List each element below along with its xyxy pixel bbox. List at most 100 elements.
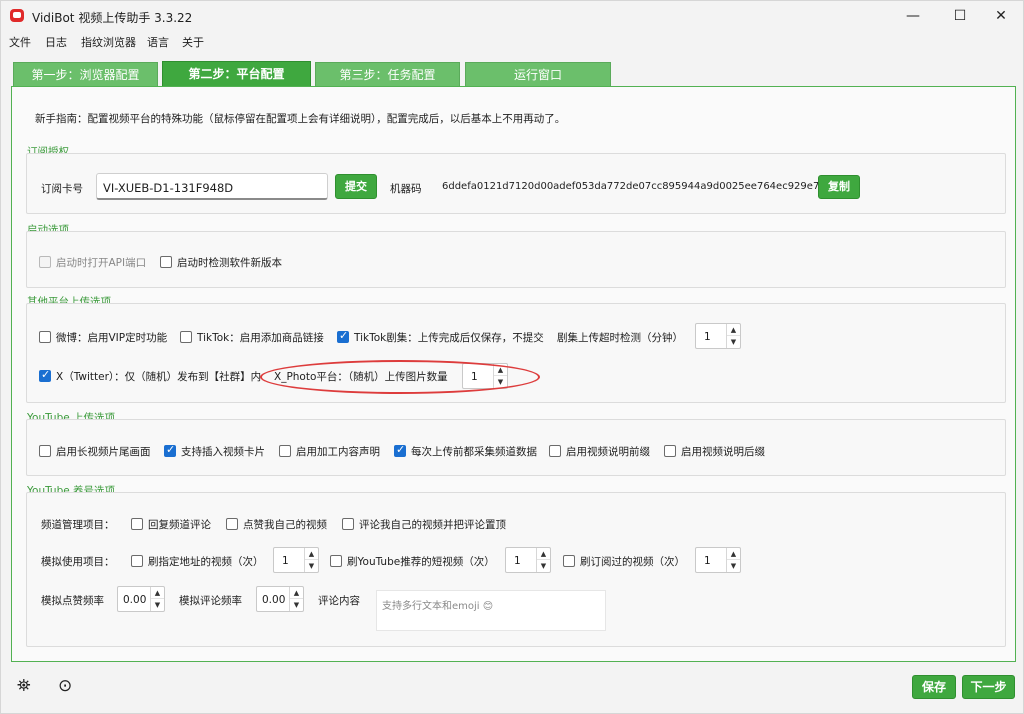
spin-up-icon[interactable]: ▲ (537, 548, 550, 560)
weibo-checkbox[interactable] (39, 331, 51, 343)
yt-desc-suffix-label: 启用视频说明后缀 (681, 446, 765, 458)
check-update-checkbox[interactable] (160, 256, 172, 268)
tiktok-link-label: TikTok：启用添加商品链接 (197, 332, 324, 344)
tab-run-window[interactable]: 运行窗口 (465, 62, 611, 86)
spin-arrows: ▲ ▼ (726, 324, 740, 348)
spin-arrows: ▲ ▼ (493, 364, 507, 388)
brush-shorts-value: 1 (514, 555, 521, 567)
comment-placeholder: 支持多行文本和emoji 😊 (382, 601, 494, 612)
yt-desc-prefix-checkbox[interactable] (549, 445, 561, 457)
spin-down-icon[interactable]: ▼ (290, 599, 303, 611)
spin-up-icon[interactable]: ▲ (727, 324, 740, 336)
spin-arrows: ▲ ▼ (536, 548, 550, 572)
brush-subscribed-checkbox[interactable] (563, 555, 575, 567)
brush-url-spinbox[interactable]: 1 ▲ ▼ (273, 547, 319, 573)
yt-altered-content-label: 启用加工内容声明 (296, 446, 380, 458)
next-step-button[interactable]: 下一步 (962, 675, 1015, 699)
brush-subscribed-label: 刷订阅过的视频（次） (580, 556, 685, 568)
menu-bar: 文件 日志 指纹浏览器 语言 关于 (1, 31, 1023, 51)
guide-text: 新手指南：配置视频平台的特殊功能（鼠标停留在配置项上会有详细说明），配置完成后，… (35, 113, 566, 125)
spin-up-icon[interactable]: ▲ (305, 548, 318, 560)
tiktok-drama-checkbox[interactable] (337, 329, 349, 343)
like-rate-spinbox[interactable]: 0.00 ▲ ▼ (117, 586, 165, 612)
spin-up-icon[interactable]: ▲ (290, 587, 303, 599)
drama-timeout-value: 1 (704, 331, 711, 343)
channel-manage-label: 频道管理项目： (41, 519, 115, 531)
close-button[interactable]: ✕ (986, 5, 1016, 27)
startup-group (26, 231, 1006, 288)
yt-end-screen-label: 启用长视频片尾画面 (56, 446, 151, 458)
menu-fingerprint-browser[interactable]: 指纹浏览器 (81, 34, 136, 50)
x-photo-value: 1 (471, 371, 478, 383)
spin-up-icon[interactable]: ▲ (151, 587, 164, 599)
bug-icon[interactable]: ⛯ (17, 676, 31, 696)
copy-button[interactable]: 复制 (818, 175, 860, 199)
yt-desc-prefix-label: 启用视频说明前缀 (566, 446, 650, 458)
brush-url-label: 刷指定地址的视频（次） (148, 556, 264, 568)
submit-button[interactable]: 提交 (335, 174, 377, 199)
like-rate-label: 模拟点赞频率 (41, 595, 104, 607)
spin-arrows: ▲ ▼ (150, 587, 164, 611)
maximize-button[interactable]: ☐ (945, 5, 975, 27)
yt-cards-checkbox[interactable] (164, 443, 176, 457)
tiktok-drama-label: TikTok剧集：上传完成后仅保存，不提交 (354, 332, 544, 344)
spin-up-icon[interactable]: ▲ (727, 548, 740, 560)
x-photo-spinbox[interactable]: 1 ▲ ▼ (462, 363, 508, 389)
api-port-label: 启动时打开API端口 (56, 257, 147, 269)
brush-url-checkbox[interactable] (131, 555, 143, 567)
reply-comments-checkbox[interactable] (131, 518, 143, 530)
yt-end-screen-checkbox[interactable] (39, 445, 51, 457)
comment-rate-value: 0.00 (262, 594, 286, 606)
x-photo-label: X_Photo平台：（随机）上传图片数量 (274, 371, 448, 383)
yt-altered-content-checkbox[interactable] (279, 445, 291, 457)
tab-browser-config[interactable]: 第一步：浏览器配置 (13, 62, 158, 86)
menu-about[interactable]: 关于 (182, 34, 204, 50)
reply-comments-label: 回复频道评论 (148, 519, 211, 531)
machine-code-value: 6ddefa0121d7120d00adef053da772de07cc8959… (442, 181, 839, 192)
tab-task-config[interactable]: 第三步：任务配置 (315, 62, 460, 86)
window-title: VidiBot 视频上传助手 3.3.22 (32, 11, 193, 25)
spin-down-icon[interactable]: ▼ (727, 336, 740, 348)
api-port-checkbox[interactable] (39, 256, 51, 268)
comment-pin-label: 评论我自己的视频并把评论置顶 (359, 519, 506, 531)
card-input[interactable]: VI-XUEB-D1-131F948D (96, 173, 328, 200)
spin-arrows: ▲ ▼ (304, 548, 318, 572)
menu-language[interactable]: 语言 (147, 34, 169, 50)
tab-platform-config[interactable]: 第二步：平台配置 (162, 61, 311, 87)
spin-down-icon[interactable]: ▼ (305, 560, 318, 572)
yt-desc-suffix-checkbox[interactable] (664, 445, 676, 457)
check-update-label: 启动时检测软件新版本 (177, 257, 282, 269)
minimize-button[interactable]: — (898, 5, 928, 27)
comment-content-label: 评论内容 (318, 595, 360, 607)
brush-subscribed-spinbox[interactable]: 1 ▲ ▼ (695, 547, 741, 573)
like-own-checkbox[interactable] (226, 518, 238, 530)
comment-content-textarea[interactable]: 支持多行文本和emoji 😊 (376, 590, 606, 631)
spin-arrows: ▲ ▼ (289, 587, 303, 611)
other-platforms-group (26, 303, 1006, 403)
tiktok-link-checkbox[interactable] (180, 331, 192, 343)
brush-shorts-spinbox[interactable]: 1 ▲ ▼ (505, 547, 551, 573)
menu-file[interactable]: 文件 (9, 34, 31, 50)
spin-down-icon[interactable]: ▼ (537, 560, 550, 572)
card-label: 订阅卡号 (41, 183, 83, 195)
title-bar: VidiBot 视频上传助手 3.3.22 — ☐ ✕ (1, 1, 1023, 31)
spin-down-icon[interactable]: ▼ (727, 560, 740, 572)
brush-shorts-label: 刷YouTube推荐的短视频（次） (347, 556, 495, 568)
save-button[interactable]: 保存 (912, 675, 956, 699)
brush-subscribed-value: 1 (704, 555, 711, 567)
yt-collect-data-checkbox[interactable] (394, 443, 406, 457)
comment-rate-label: 模拟评论频率 (179, 595, 242, 607)
app-logo-icon (10, 9, 24, 22)
spin-down-icon[interactable]: ▼ (151, 599, 164, 611)
comment-pin-checkbox[interactable] (342, 518, 354, 530)
spin-up-icon[interactable]: ▲ (494, 364, 507, 376)
menu-log[interactable]: 日志 (45, 34, 67, 50)
like-own-label: 点赞我自己的视频 (243, 519, 327, 531)
brush-shorts-checkbox[interactable] (330, 555, 342, 567)
x-twitter-checkbox[interactable] (39, 368, 51, 382)
comment-rate-spinbox[interactable]: 0.00 ▲ ▼ (256, 586, 304, 612)
brush-url-value: 1 (282, 555, 289, 567)
spin-down-icon[interactable]: ▼ (494, 376, 507, 388)
unlock-icon[interactable]: ⊙ (58, 676, 72, 696)
drama-timeout-spinbox[interactable]: 1 ▲ ▼ (695, 323, 741, 349)
